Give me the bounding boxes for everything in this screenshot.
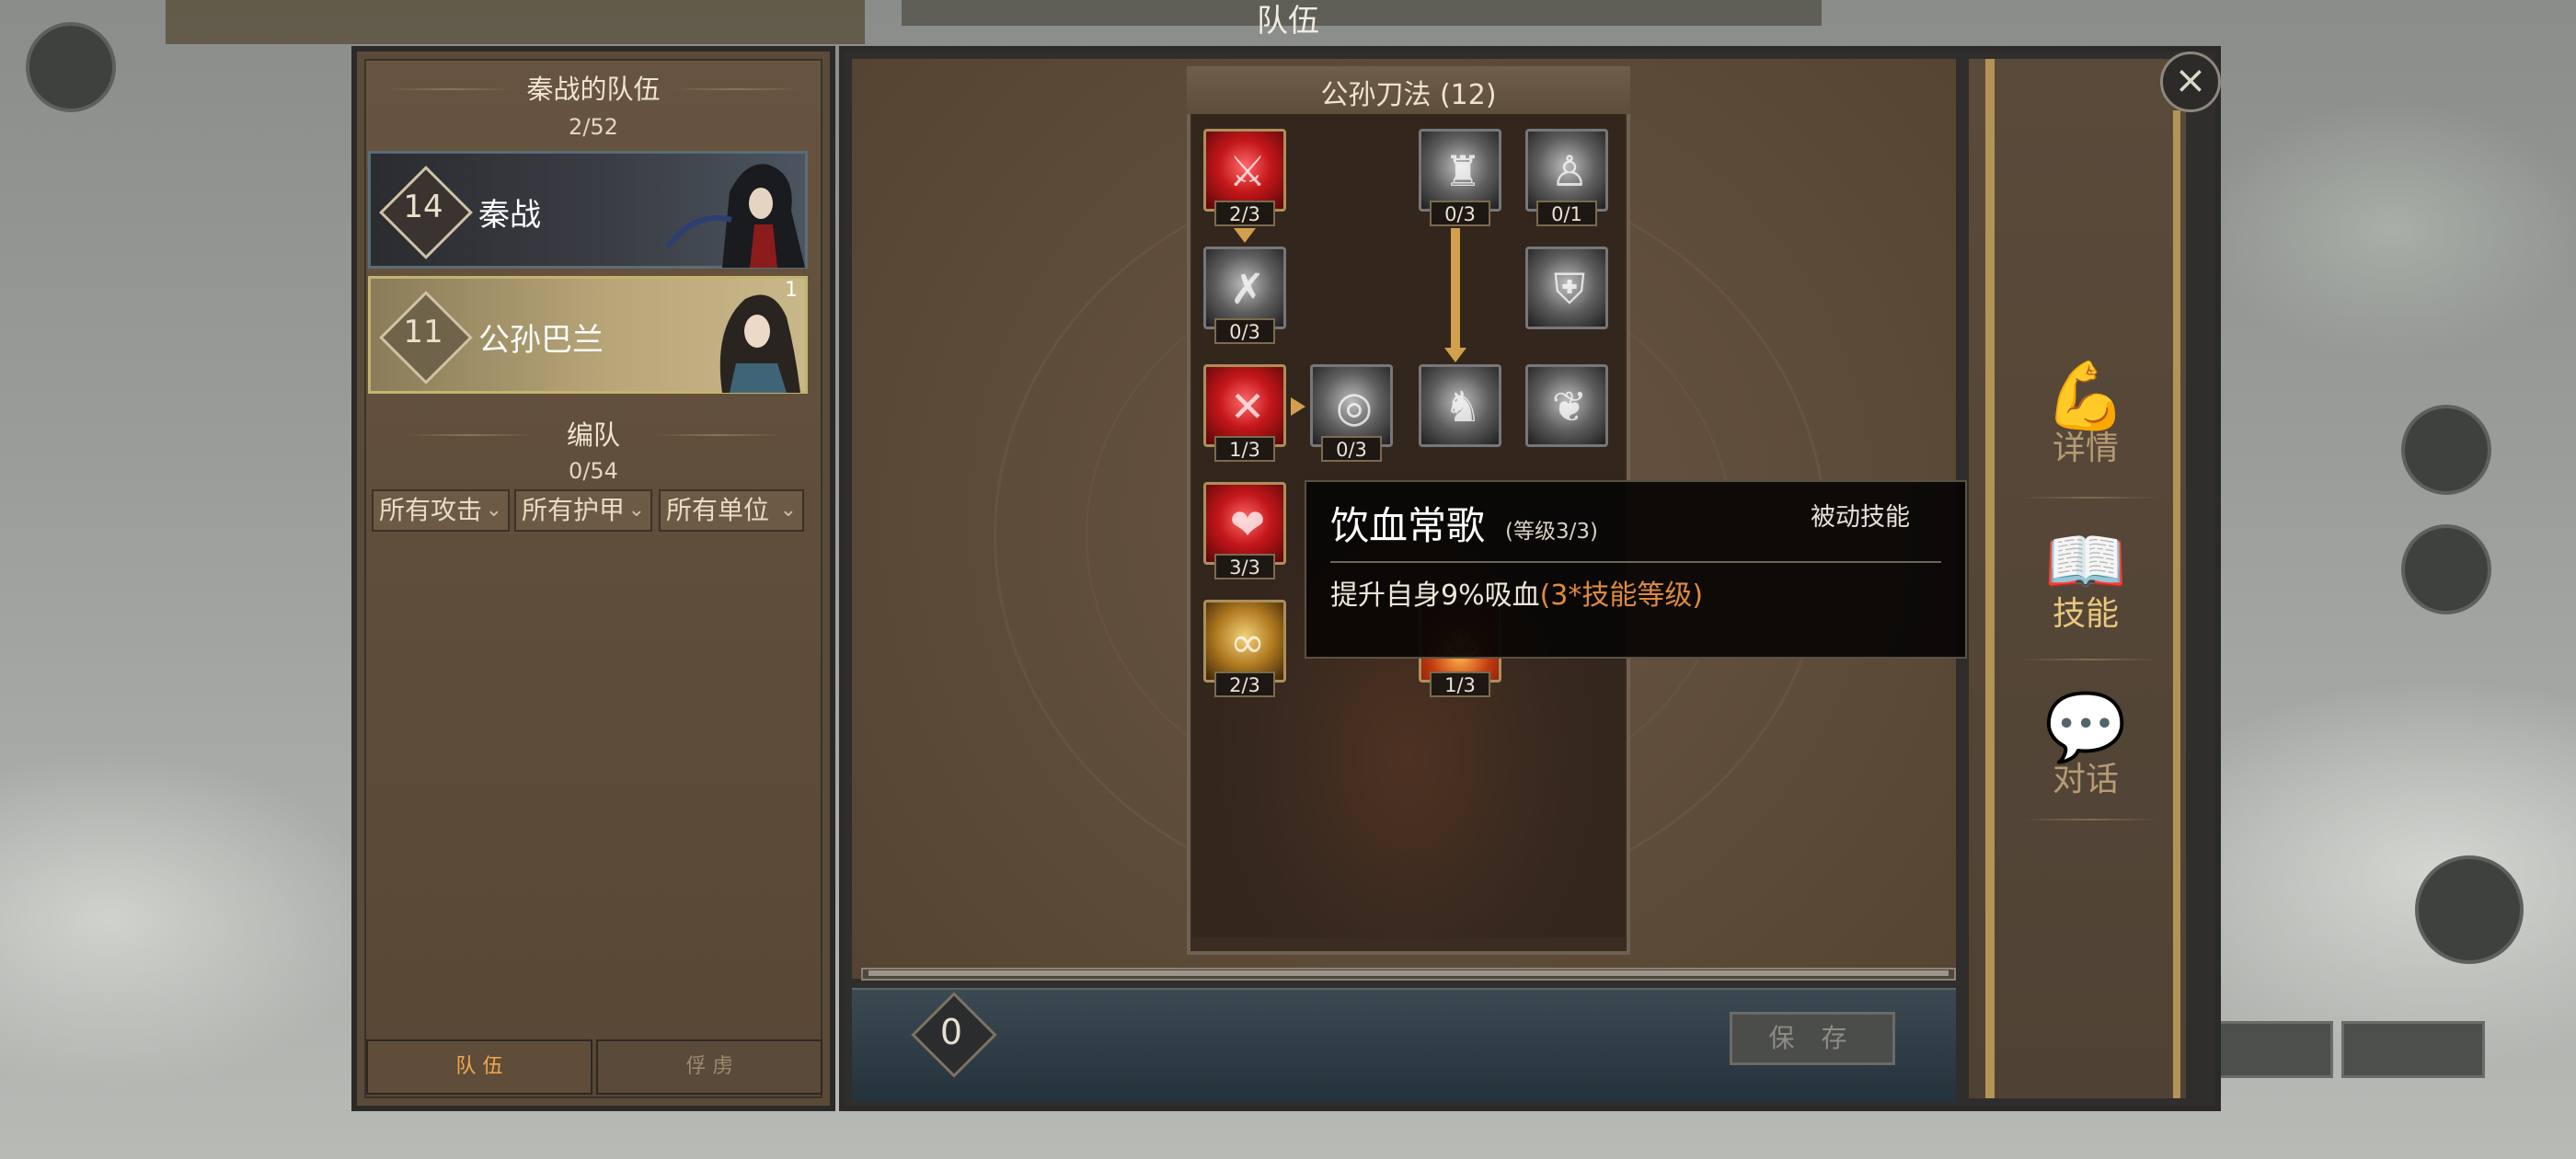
member-level: 14 — [403, 189, 443, 225]
filter-label: 所有攻击 — [379, 495, 483, 525]
chevron-down-icon: ⌄ — [779, 499, 797, 522]
attack-filter-select[interactable]: 所有攻击 ⌄ — [372, 489, 510, 532]
arrow-right-icon — [1291, 397, 1305, 416]
beast-icon: ♞ — [1443, 382, 1482, 431]
skill-level: 0/3 — [1321, 436, 1382, 462]
member-name: 公孙巴兰 — [478, 322, 604, 359]
member-level: 11 — [403, 314, 443, 350]
world-action-button[interactable] — [2415, 855, 2524, 964]
member-name: 秦战 — [478, 197, 541, 234]
skill-node[interactable]: ♜ — [1419, 129, 1501, 212]
skill-node[interactable]: ❤ — [1203, 482, 1286, 565]
chevron-down-icon: ⌄ — [485, 499, 502, 522]
wings-icon: ❦ — [1551, 382, 1588, 431]
tooltip-skill-name: 饮血常歌 — [1330, 503, 1486, 548]
world-action-button[interactable] — [2401, 524, 2491, 614]
side-strip-border — [2173, 110, 2180, 1098]
skill-level: 1/3 — [1430, 671, 1490, 697]
skill-node[interactable]: ◎ — [1310, 364, 1393, 447]
skill-points-value: 0 — [939, 1012, 963, 1052]
tooltip-skill-type: 被动技能 — [1811, 503, 1910, 532]
skill-node[interactable]: ✕ — [1203, 364, 1286, 447]
arrow-down-icon — [1444, 348, 1466, 362]
tab-dialogue[interactable]: 💬 对话 — [2020, 681, 2151, 828]
skill-level: 1/3 — [1214, 436, 1275, 462]
tab-skills[interactable]: 📖 技能 — [2020, 515, 2151, 662]
window-title: 队伍 — [1257, 3, 1319, 40]
world-action-button[interactable] — [2401, 405, 2491, 495]
skill-level: 2/3 — [1214, 671, 1275, 697]
tooltip-desc-text: 提升自身9%吸血 — [1330, 580, 1540, 612]
divider — [2020, 819, 2158, 820]
skill-node[interactable]: ⚔ — [1203, 129, 1286, 212]
tab-dialogue-label: 对话 — [2052, 761, 2119, 798]
save-button[interactable]: 保 存 — [1730, 1012, 1895, 1065]
portrait-avatar — [719, 294, 800, 393]
skill-node[interactable]: ⛨ — [1525, 247, 1608, 329]
portrait-avatar — [664, 164, 805, 268]
skill-node[interactable]: ❦ — [1525, 364, 1608, 447]
close-icon: × — [2174, 57, 2207, 102]
world-slot[interactable] — [2341, 1021, 2485, 1078]
armor-filter-select[interactable]: 所有护甲 ⌄ — [514, 489, 652, 532]
member-badge: 1 — [785, 279, 798, 302]
tab-captives[interactable]: 俘 虏 — [596, 1039, 822, 1095]
tooltip-description: 提升自身9%吸血(3*技能等级) — [1330, 572, 1703, 613]
skill-level: 3/3 — [1214, 554, 1275, 580]
divider — [2020, 497, 2158, 499]
world-menu-button[interactable] — [26, 22, 116, 112]
skill-node[interactable]: ✗ — [1203, 247, 1286, 329]
tooltip-skill-level: (等级3/3) — [1505, 520, 1598, 544]
skill-level: 2/3 — [1214, 201, 1275, 226]
skill-level: 0/3 — [1430, 201, 1490, 226]
chevron-down-icon: ⌄ — [627, 499, 645, 522]
tab-details-label: 详情 — [2052, 430, 2119, 467]
unit-filter-select[interactable]: 所有单位 ⌄ — [659, 489, 804, 532]
skill-node[interactable]: ♞ — [1419, 364, 1501, 447]
skill-connector — [1451, 228, 1460, 348]
divider — [2020, 659, 2158, 660]
shield-icon: ⛨ — [1553, 264, 1586, 314]
tab-details[interactable]: 💪 详情 — [2020, 350, 2151, 497]
skill-tree-title: 公孙刀法 (12) — [1320, 79, 1497, 111]
formation-count: 0/54 — [569, 458, 618, 484]
filter-label: 所有护甲 — [522, 495, 626, 525]
tooltip-divider — [1330, 561, 1941, 563]
tooltip-desc-formula: (3*技能等级) — [1539, 580, 1704, 612]
scrollbar-thumb[interactable] — [868, 970, 1949, 976]
team-title: 秦战的队伍 — [526, 74, 661, 105]
side-strip-border — [1985, 59, 1995, 1098]
world-top-bar — [166, 0, 865, 44]
skill-level: 0/3 — [1214, 318, 1275, 344]
skill-node[interactable]: ∞ — [1203, 600, 1286, 683]
formation-title: 编队 — [566, 419, 620, 451]
skill-level: 0/1 — [1536, 201, 1597, 226]
filter-label: 所有单位 — [666, 495, 770, 525]
close-button[interactable]: × — [2160, 52, 2221, 112]
arrow-down-icon — [1234, 228, 1256, 243]
team-count: 2/52 — [569, 114, 618, 140]
skill-node[interactable]: ♙ — [1525, 129, 1608, 212]
tab-skills-label: 技能 — [2052, 595, 2119, 633]
tab-team[interactable]: 队 伍 — [366, 1039, 592, 1095]
